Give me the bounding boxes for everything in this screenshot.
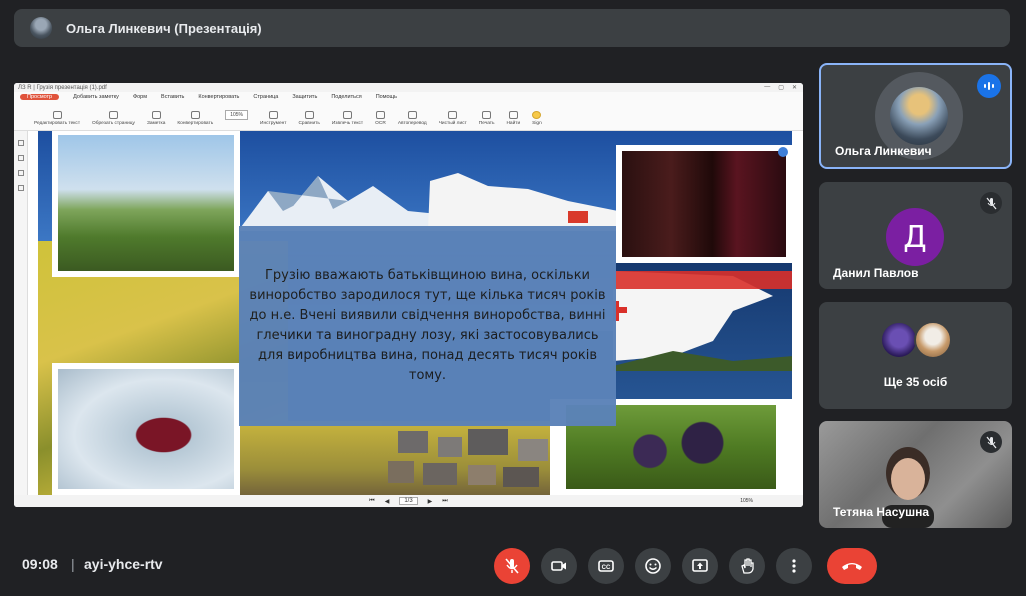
vineyard-photo-frame: [52, 131, 240, 277]
menu-convert: Конвертировать: [198, 94, 240, 100]
menu-help: Помощь: [375, 94, 397, 100]
present-icon: [692, 559, 708, 572]
wineglass-photo-frame: [52, 363, 240, 495]
tool-translate: Автоперевод: [398, 111, 427, 126]
leave-call-button[interactable]: [827, 548, 877, 584]
tool-compare: Сравнить: [298, 111, 320, 126]
pdf-window-titlebar: ЛЗ R | Грузія презентація (1).pdf — ▢ ✕: [14, 83, 803, 92]
edit-badge-icon: [778, 147, 788, 157]
camera-icon: [551, 561, 566, 571]
pdf-toolbar: Редактировать текст Обрезать страницу За…: [14, 102, 803, 131]
first-page-icon: ⏮: [369, 497, 375, 504]
village-background: [238, 421, 568, 495]
pdf-status-bar: ⏮ ◀ 1/3 ▶ ⏭ 105%: [14, 495, 803, 507]
menu-add-note: Добавить заметку: [73, 94, 119, 100]
georgia-flag-map-image: [613, 271, 792, 371]
participant-tile-tetiana[interactable]: Тетяна Насушна: [819, 421, 1012, 528]
tool-print: Печать: [479, 111, 494, 126]
tool-crop: Обрезать страницу: [92, 111, 135, 126]
toolbar-zoom: 105%: [225, 110, 248, 120]
participant-name: Тетяна Насушна: [833, 505, 929, 519]
window-controls: — ▢ ✕: [764, 84, 797, 91]
wine-bottle-photo-frame: [616, 145, 792, 263]
menu-protect: Защитить: [292, 94, 318, 100]
village-houses-image: [388, 429, 548, 487]
participant-name: Данил Павлов: [833, 266, 919, 280]
participant-name: Ольга Линкевич: [835, 144, 932, 158]
participant-tile-olga[interactable]: Ольга Линкевич: [819, 63, 1012, 169]
pdf-menubar: Просмотр Добавить заметку Форм Вставить …: [14, 92, 803, 102]
slide-text: Грузію вважають батьківщиною вина, оскіл…: [249, 268, 606, 383]
mic-off-icon: [505, 558, 519, 574]
mic-muted-icon: [980, 431, 1002, 453]
presenter-avatar: [30, 17, 52, 39]
participant-avatar: [880, 321, 918, 359]
tool-edit-text: Редактировать текст: [34, 111, 80, 126]
presentation-slide: Грузію вважають батьківщиною вина, оскіл…: [38, 131, 792, 495]
menu-view: Просмотр: [20, 94, 60, 100]
tool-instrument: Инструмент: [260, 111, 286, 126]
more-participants-tile[interactable]: Ще 35 осіб: [819, 302, 1012, 409]
more-participants-label: Ще 35 осіб: [883, 375, 948, 389]
pdf-left-rail: [14, 131, 28, 495]
tool-convert: Конвертировать: [177, 111, 213, 126]
next-page-icon: ▶: [427, 498, 433, 505]
slide-text-panel: Грузію вважають батьківщиною вина, оскіл…: [239, 226, 616, 426]
tool-ocr: OCR: [375, 111, 386, 126]
more-vert-icon: [792, 559, 796, 573]
prev-page-icon: ◀: [384, 498, 390, 505]
captions-icon: CC: [598, 560, 614, 572]
last-page-icon: ⏭: [442, 497, 448, 504]
presenter-title: Ольга Линкевич (Презентація): [66, 20, 262, 36]
tool-note: Заметка: [147, 111, 165, 126]
more-options-button[interactable]: [776, 548, 812, 584]
raise-hand-button[interactable]: [729, 548, 765, 584]
window-title: ЛЗ R | Грузія презентація (1).pdf: [18, 84, 107, 91]
shared-screen: ЛЗ R | Грузія презентація (1).pdf — ▢ ✕ Пр…: [14, 83, 803, 507]
speaking-indicator-icon: [977, 74, 1001, 98]
divider: |: [71, 556, 75, 572]
wineglass-photo: [58, 369, 234, 489]
menu-share: Поделиться: [331, 94, 362, 100]
status-zoom: 105%: [740, 498, 753, 504]
menu-insert: Вставить: [161, 94, 185, 100]
hang-up-icon: [842, 563, 862, 570]
tool-blank: Чистый лист: [439, 111, 467, 126]
participant-tile-danyl[interactable]: Д Данил Павлов: [819, 182, 1012, 289]
raise-hand-icon: [741, 558, 754, 574]
page-indicator: 1/3: [399, 497, 418, 505]
mic-muted-icon: [980, 192, 1002, 214]
tool-find: Найти: [506, 111, 520, 126]
captions-button[interactable]: CC: [588, 548, 624, 584]
presenter-bar: Ольга Линкевич (Презентація): [14, 9, 1010, 47]
participant-initial-avatar: Д: [886, 208, 944, 266]
menu-forms: Форм: [132, 94, 148, 100]
emoji-reaction-button[interactable]: [635, 548, 671, 584]
present-screen-button[interactable]: [682, 548, 718, 584]
georgia-map-image: [428, 173, 618, 231]
more-participants-avatars: [880, 321, 952, 359]
tool-sign: Sign: [532, 111, 542, 126]
participant-avatar: [914, 321, 952, 359]
vineyard-photo: [58, 135, 234, 271]
emoji-icon: [645, 558, 661, 574]
menu-page: Страница: [253, 94, 279, 100]
svg-text:CC: CC: [602, 565, 611, 571]
wine-bottle-photo: [622, 151, 786, 257]
call-controls: CC: [494, 548, 877, 584]
camera-toggle-button[interactable]: [541, 548, 577, 584]
meeting-time: 09:08: [22, 556, 58, 572]
meeting-code[interactable]: ayi-yhce-rtv: [84, 556, 163, 572]
mic-toggle-button[interactable]: [494, 548, 530, 584]
tool-extract: Извлечь текст: [332, 111, 363, 126]
